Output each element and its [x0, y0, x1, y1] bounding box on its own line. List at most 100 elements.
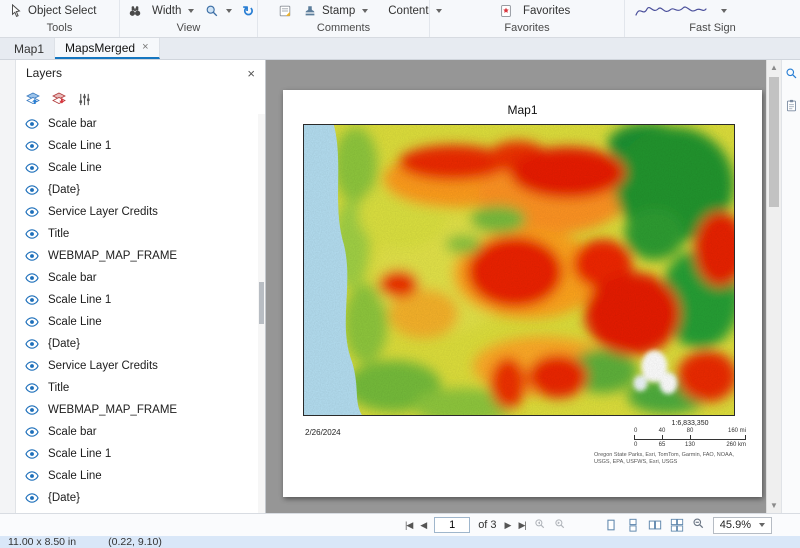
- favorites-label: Favorites: [523, 5, 570, 17]
- layer-row[interactable]: Scale Line 1: [16, 289, 265, 311]
- layer-visibility-eye-icon[interactable]: [25, 403, 39, 417]
- layer-row[interactable]: Service Layer Credits: [16, 201, 265, 223]
- scale-ticks-km: 065130260 km: [634, 441, 746, 449]
- layer-visibility-eye-icon[interactable]: [25, 491, 39, 505]
- scale-tick-label: 40: [659, 428, 666, 434]
- layer-row[interactable]: Scale Line: [16, 465, 265, 487]
- tab-close-icon[interactable]: ×: [142, 42, 148, 53]
- layer-row[interactable]: {Date}: [16, 487, 265, 509]
- export-layers-icon[interactable]: [50, 91, 67, 108]
- single-page-view-icon[interactable]: [604, 518, 618, 532]
- layer-visibility-eye-icon[interactable]: [25, 381, 39, 395]
- layer-visibility-eye-icon[interactable]: [25, 161, 39, 175]
- scale-ticks-mi: 04080160 mi: [634, 427, 746, 435]
- layer-visibility-eye-icon[interactable]: [25, 293, 39, 307]
- layer-visibility-eye-icon[interactable]: [25, 117, 39, 131]
- signature-scribble-icon[interactable]: [633, 3, 709, 19]
- layer-options-sliders-icon[interactable]: [76, 91, 93, 108]
- layer-label: Title: [48, 228, 69, 240]
- layer-visibility-eye-icon[interactable]: [25, 183, 39, 197]
- last-page-button[interactable]: ▶|: [518, 520, 525, 531]
- facing-view-icon[interactable]: [648, 518, 662, 532]
- ribbon-group-label-tools: Tools: [0, 22, 119, 37]
- layer-row[interactable]: Scale Line 1: [16, 443, 265, 465]
- layer-visibility-eye-icon[interactable]: [25, 447, 39, 461]
- favorites-button[interactable]: Favorites: [523, 5, 570, 17]
- layer-row[interactable]: Scale Line 1: [16, 135, 265, 157]
- layer-row[interactable]: Scale bar: [16, 113, 265, 135]
- stamp-dropdown[interactable]: Stamp: [302, 4, 368, 19]
- refresh-icon[interactable]: ↻: [242, 4, 254, 19]
- layer-visibility-eye-icon[interactable]: [25, 315, 39, 329]
- import-layers-icon[interactable]: [24, 91, 41, 108]
- first-page-button[interactable]: |◀: [405, 520, 412, 531]
- page-navigation-bar: |◀ ◀ of 3 ▶ ▶|: [0, 513, 800, 536]
- scale-tick-label: 130: [685, 442, 695, 448]
- zoom-tool-dropdown[interactable]: [204, 4, 232, 19]
- layer-row[interactable]: Title: [16, 377, 265, 399]
- continuous-view-icon[interactable]: [626, 518, 640, 532]
- chevron-down-icon: [226, 9, 232, 13]
- zoom-level-dropdown[interactable]: 45.9%: [713, 517, 772, 534]
- ribbon-group-comments: Stamp Content Comments: [258, 0, 430, 37]
- content-label: Content: [388, 5, 428, 17]
- facing-continuous-view-icon[interactable]: [670, 518, 684, 532]
- app-window: Object Select Tools Width: [0, 0, 800, 548]
- layer-row[interactable]: Title: [16, 223, 265, 245]
- scale-tick-label: 0: [634, 442, 637, 448]
- layer-visibility-eye-icon[interactable]: [25, 337, 39, 351]
- layer-visibility-eye-icon[interactable]: [25, 359, 39, 373]
- map-image: [304, 125, 734, 415]
- layer-row[interactable]: Scale bar: [16, 267, 265, 289]
- scrollbar-thumb[interactable]: [769, 77, 779, 207]
- layer-row[interactable]: {Date}: [16, 179, 265, 201]
- tab-map1[interactable]: Map1: [4, 38, 55, 59]
- tab-mapsmerged[interactable]: MapsMerged ×: [55, 38, 159, 59]
- clipboard-panel-icon[interactable]: [785, 99, 798, 115]
- layer-label: Service Layer Credits: [48, 206, 158, 218]
- width-dropdown[interactable]: Width: [152, 5, 194, 17]
- close-icon[interactable]: ×: [247, 66, 255, 81]
- binoculars-search-icon[interactable]: [128, 4, 142, 19]
- next-view-icon[interactable]: [554, 518, 566, 533]
- ribbon-group-view: Width ↻ View: [120, 0, 258, 37]
- layer-visibility-eye-icon[interactable]: [25, 139, 39, 153]
- layer-row[interactable]: WEBMAP_MAP_FRAME: [16, 245, 265, 267]
- previous-view-icon[interactable]: [534, 518, 546, 533]
- layers-panel: Layers × Scale barScale Line 1Scale Line…: [16, 60, 266, 513]
- layer-visibility-eye-icon[interactable]: [25, 205, 39, 219]
- chevron-down-icon: [188, 9, 194, 13]
- layers-list: Scale barScale Line 1Scale Line{Date}Ser…: [16, 112, 265, 513]
- note-comment-icon[interactable]: [278, 4, 292, 19]
- zoom-out-icon[interactable]: [692, 517, 705, 533]
- tab-map1-label: Map1: [14, 42, 44, 56]
- layer-visibility-eye-icon[interactable]: [25, 249, 39, 263]
- layers-panel-scrollbar-thumb[interactable]: [259, 282, 264, 324]
- layer-row[interactable]: Scale bar: [16, 421, 265, 443]
- layers-panel-scrollbar[interactable]: [258, 114, 265, 513]
- chevron-down-icon[interactable]: [721, 9, 727, 13]
- previous-page-button[interactable]: ◀: [420, 520, 426, 531]
- layer-visibility-eye-icon[interactable]: [25, 425, 39, 439]
- layer-visibility-eye-icon[interactable]: [25, 227, 39, 241]
- cursor-icon: [8, 4, 23, 19]
- next-page-button[interactable]: ▶: [505, 520, 511, 531]
- favorites-document-icon[interactable]: [498, 4, 513, 19]
- layer-row[interactable]: Scale Line: [16, 157, 265, 179]
- layer-visibility-eye-icon[interactable]: [25, 469, 39, 483]
- pdf-page[interactable]: Map1: [283, 90, 762, 497]
- scroll-down-icon[interactable]: ▼: [767, 501, 781, 510]
- layer-row[interactable]: WEBMAP_MAP_FRAME: [16, 399, 265, 421]
- layer-row[interactable]: {Date}: [16, 333, 265, 355]
- document-canvas[interactable]: Map1: [266, 60, 766, 513]
- layer-row[interactable]: Scale Line: [16, 311, 265, 333]
- vertical-scrollbar[interactable]: ▲ ▼: [766, 60, 781, 513]
- page-number-input[interactable]: [434, 517, 470, 533]
- layer-visibility-eye-icon[interactable]: [25, 271, 39, 285]
- search-panel-icon[interactable]: [785, 67, 798, 83]
- object-select-button[interactable]: Object Select: [8, 4, 96, 19]
- left-panel-rail: [0, 60, 16, 513]
- layer-row[interactable]: Service Layer Credits: [16, 355, 265, 377]
- layers-panel-title: Layers: [26, 66, 62, 80]
- scroll-up-icon[interactable]: ▲: [767, 63, 781, 72]
